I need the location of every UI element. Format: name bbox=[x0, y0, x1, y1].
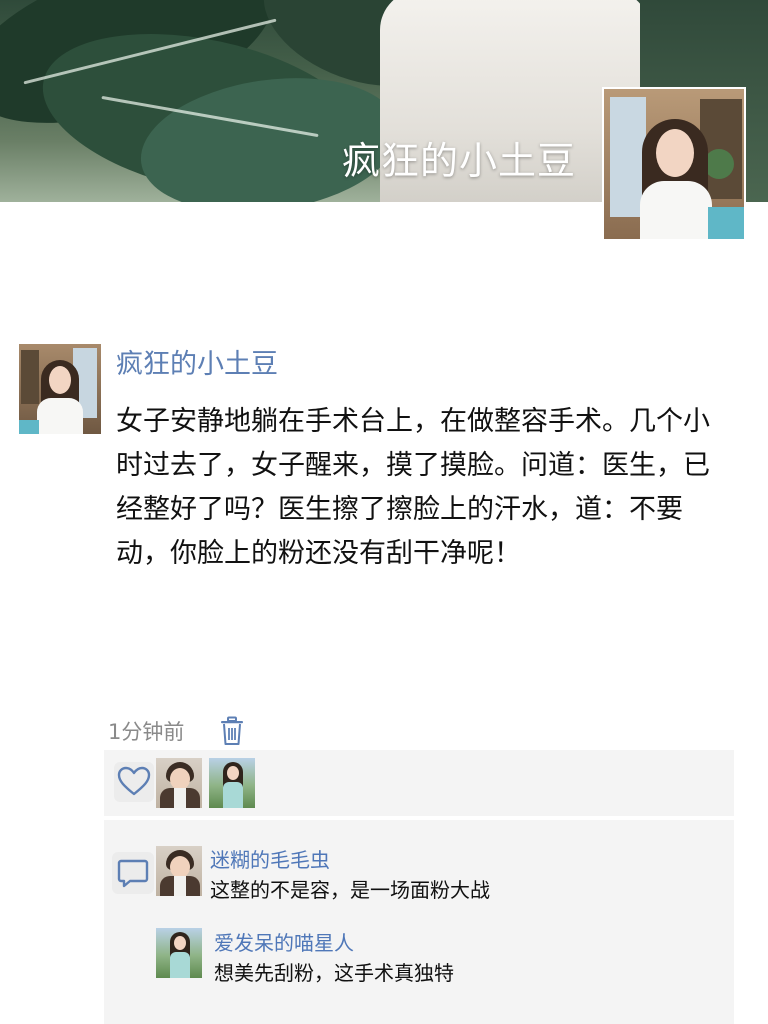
liker-avatar[interactable] bbox=[209, 758, 255, 808]
avatar-shirt bbox=[174, 788, 186, 808]
post-timestamp: 1分钟前 bbox=[108, 720, 185, 744]
avatar-dress bbox=[170, 952, 190, 978]
avatar-face bbox=[170, 768, 190, 790]
avatar-shelf bbox=[21, 350, 39, 404]
comment-author[interactable]: 迷糊的毛毛虫 bbox=[210, 844, 330, 873]
commenter-avatar[interactable] bbox=[156, 928, 202, 978]
avatar-plant bbox=[704, 149, 734, 179]
avatar-face bbox=[656, 129, 694, 177]
post-content: 女子安静地躺在手术台上，在做整容手术。几个小时过去了，女子醒来，摸了摸脸。问道：… bbox=[116, 406, 710, 569]
comment-bubble-icon bbox=[117, 859, 149, 888]
avatar-face bbox=[227, 766, 239, 780]
post-author-name[interactable]: 疯狂的小土豆 bbox=[116, 342, 278, 381]
comment-text[interactable]: 想美先刮粉，这手术真独特 bbox=[214, 957, 454, 986]
avatar-dress bbox=[640, 181, 712, 239]
avatar-shirt bbox=[174, 876, 186, 896]
heart-icon bbox=[117, 766, 151, 796]
comment-author[interactable]: 爱发呆的喵星人 bbox=[214, 927, 354, 956]
profile-avatar[interactable] bbox=[602, 87, 746, 241]
avatar-face bbox=[49, 366, 71, 394]
comment-text[interactable]: 这整的不是容，是一场面粉大战 bbox=[210, 874, 490, 903]
trash-icon[interactable] bbox=[219, 716, 245, 746]
commenter-avatar[interactable] bbox=[156, 846, 202, 896]
moments-page: 疯狂的小土豆 疯狂的小土豆 女子安静地躺在手术台上，在做整容手术。几个小时过去了… bbox=[0, 0, 768, 1024]
avatar-face bbox=[174, 936, 186, 950]
avatar-table bbox=[708, 207, 744, 239]
avatar-dress bbox=[37, 398, 83, 434]
avatar-dress bbox=[223, 782, 243, 808]
avatar-face bbox=[170, 856, 190, 878]
cover-username: 疯狂的小土豆 bbox=[342, 139, 577, 183]
liker-avatar[interactable] bbox=[156, 758, 202, 808]
post-author-avatar[interactable] bbox=[19, 344, 101, 434]
avatar-table bbox=[19, 420, 39, 434]
